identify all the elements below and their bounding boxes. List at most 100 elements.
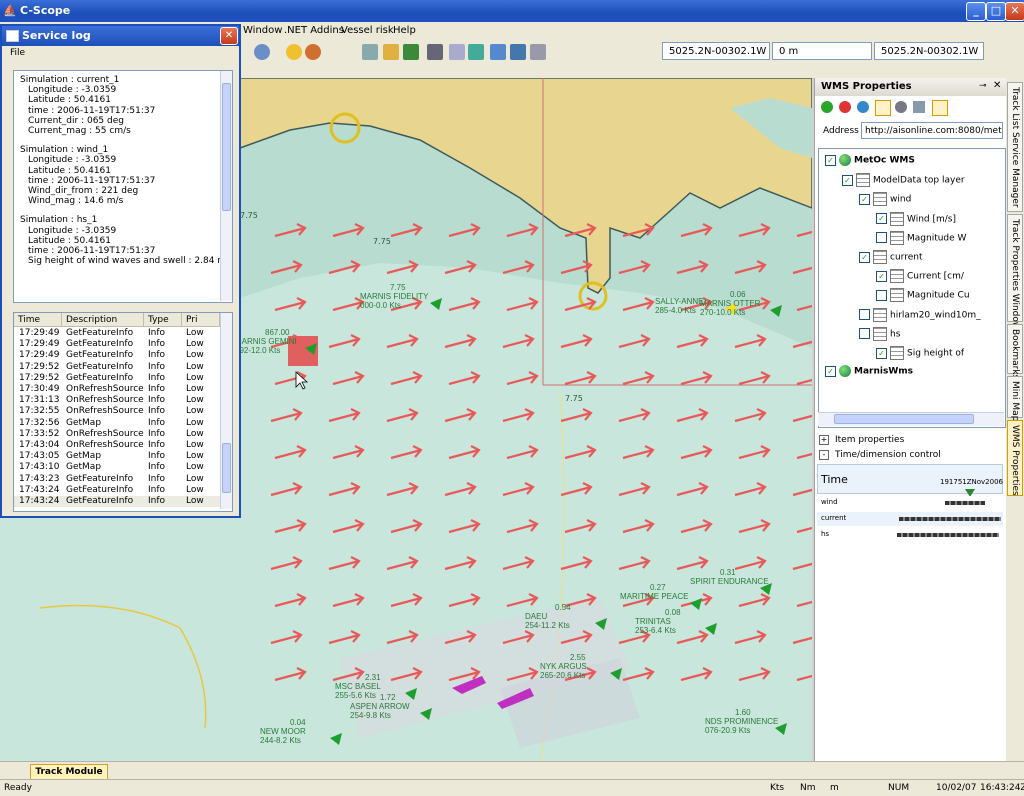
layer-checkbox[interactable] [859, 309, 870, 321]
add-layer-icon[interactable] [821, 101, 833, 113]
tree-node[interactable]: hirlam20_wind10m_ [859, 307, 981, 322]
tree-node[interactable]: ✓ Sig height of [876, 346, 964, 360]
save-icon[interactable] [403, 44, 419, 60]
remove-layer-icon[interactable] [839, 101, 851, 113]
close-icon[interactable]: ✕ [220, 27, 238, 45]
expand-icon[interactable]: + [819, 435, 829, 445]
tab-bookmarks[interactable]: Bookmarks [1007, 324, 1023, 379]
log-menu-file[interactable]: File [10, 48, 25, 58]
menu-help[interactable]: Help [393, 25, 416, 36]
scroll-thumb[interactable] [222, 83, 231, 211]
table-row[interactable]: 17:33:52 OnRefreshSource Info Low [14, 429, 220, 440]
log-detail-text[interactable]: Simulation : current_1 Longitude : -3.035… [13, 70, 233, 303]
tree-node[interactable]: ✓ current [859, 250, 922, 264]
tab-track-properties[interactable]: Track Properties Window [1007, 214, 1023, 329]
tab-wms-properties[interactable]: WMS Properties [1007, 420, 1023, 496]
table-row[interactable]: 17:29:52 GetFeatureInfo Info Low [14, 362, 220, 373]
tab-track-module[interactable]: Track Module [30, 764, 108, 780]
maximize-button[interactable]: □ [986, 2, 1006, 21]
table-row[interactable]: 17:43:04 OnRefreshSource Info Low [14, 440, 220, 451]
layer-checkbox[interactable]: ✓ [876, 270, 887, 282]
col-header-time[interactable]: Time [14, 313, 62, 327]
menu-net-addins[interactable]: .NET Addins [284, 25, 344, 36]
address-input[interactable]: http://aisonline.com:8080/meto [861, 122, 1003, 139]
table-row[interactable]: 17:43:24 GetFeatureInfo Info Low [14, 485, 220, 496]
layer-checkbox[interactable]: ✓ [859, 193, 870, 205]
route-tool-icon[interactable] [468, 44, 484, 60]
table-row[interactable]: 17:29:49 GetFeatureInfo Info Low [14, 328, 220, 339]
tree-node[interactable]: ✓ MetOc WMS [825, 154, 915, 166]
minimize-button[interactable]: _ [966, 2, 986, 21]
tool-icon[interactable] [427, 44, 443, 60]
col-header-description[interactable]: Description [62, 313, 144, 327]
layer-checkbox[interactable] [876, 289, 887, 301]
collapse-icon[interactable]: - [819, 450, 829, 460]
scroll-thumb[interactable] [834, 414, 974, 424]
tab-mini-map[interactable]: Mini Map [1007, 376, 1023, 421]
col-header-type[interactable]: Type [144, 313, 182, 327]
table-row[interactable]: 17:43:23 GetFeatureInfo Info Low [14, 474, 220, 485]
timeline-row[interactable]: wind [817, 496, 1003, 510]
timeline-bar[interactable] [897, 533, 999, 537]
close-icon[interactable]: ✕ [993, 80, 1001, 91]
grid-tool-icon[interactable] [490, 44, 506, 60]
layer-info-icon[interactable] [913, 101, 925, 113]
table-row[interactable]: 17:32:55 OnRefreshSource Info Low [14, 406, 220, 417]
table-row[interactable]: 17:43:24 GetFeatureInfo Info Low [14, 496, 220, 507]
table-row[interactable]: 17:43:10 GetMap Info Low [14, 462, 220, 473]
timeline-rows[interactable]: wind current hs [817, 496, 1003, 556]
layer-tree[interactable]: ✓ MetOc WMS ✓ ModelData top layer ✓ wind ✓ Wind… [818, 148, 1006, 428]
table-row[interactable]: 17:43:05 GetMap Info Low [14, 451, 220, 462]
log-table[interactable]: Time Description Type Pri 17:29:49 GetFea… [13, 312, 233, 512]
page-tool-icon[interactable] [362, 44, 378, 60]
info-icon[interactable] [932, 100, 948, 116]
tree-node[interactable]: ✓ MarnisWms [825, 365, 913, 378]
refresh-icon[interactable] [857, 101, 869, 113]
time-dimension-row[interactable]: - Time/dimension control [819, 450, 941, 460]
star-tool-icon[interactable] [286, 44, 302, 60]
tree-node[interactable]: hs [859, 326, 900, 341]
tree-hscrollbar[interactable] [818, 412, 1004, 426]
ball-tool-icon[interactable] [305, 44, 321, 60]
table-row[interactable]: 17:30:49 OnRefreshSource Info Low [14, 384, 220, 395]
settings-icon[interactable] [895, 101, 907, 113]
reference-position-field[interactable]: 5025.2N-00302.1W [874, 42, 984, 60]
service-log-window[interactable]: Service log ✕ File Simulation : current_… [0, 24, 241, 518]
layers-tool-icon[interactable] [449, 44, 465, 60]
tree-node[interactable]: ✓ Wind [m/s] [876, 211, 956, 226]
table-row[interactable]: 17:29:49 GetFeatureInfo Info Low [14, 350, 220, 361]
table-row[interactable]: 17:29:49 GetFeatureInfo Info Low [14, 339, 220, 350]
item-properties-row[interactable]: + Item properties [819, 435, 904, 445]
tab-track-list-service-manager[interactable]: Track List Service Manager [1007, 82, 1023, 212]
layer-checkbox[interactable] [859, 328, 870, 340]
settings-tool-icon[interactable] [530, 44, 546, 60]
network-tool-icon[interactable] [510, 44, 526, 60]
log-table-scrollbar[interactable] [220, 313, 232, 509]
col-header-priority[interactable]: Pri [182, 313, 220, 327]
log-text-scrollbar[interactable] [220, 71, 232, 301]
globe-tool-icon[interactable] [254, 44, 270, 60]
close-button[interactable]: ✕ [1005, 2, 1024, 21]
layer-checkbox[interactable]: ✓ [842, 174, 853, 186]
menu-vessel-risk[interactable]: Vessel risk [341, 25, 394, 36]
layer-checkbox[interactable]: ✓ [825, 365, 836, 377]
timeline-row[interactable]: current [817, 512, 1003, 526]
layer-checkbox[interactable] [876, 232, 887, 244]
tree-node[interactable]: ✓ ModelData top layer [842, 173, 965, 188]
timeline-row[interactable]: hs [817, 528, 1003, 542]
layer-checkbox[interactable]: ✓ [876, 347, 887, 359]
capabilities-icon[interactable] [875, 100, 891, 116]
tree-node[interactable]: ✓ Current [cm/ [876, 269, 964, 284]
layer-checkbox[interactable]: ✓ [859, 251, 870, 263]
cursor-position-field[interactable]: 5025.2N-00302.1W [662, 42, 770, 60]
timeline-bar[interactable] [945, 501, 985, 505]
tree-node[interactable]: Magnitude Cu [876, 288, 970, 303]
table-row[interactable]: 17:31:13 OnRefreshSource Info Low [14, 395, 220, 406]
layer-checkbox[interactable]: ✓ [876, 213, 887, 225]
tree-node[interactable]: ✓ wind [859, 192, 911, 207]
distance-field[interactable]: 0 m [772, 42, 872, 60]
scroll-thumb[interactable] [222, 443, 231, 493]
menu-window[interactable]: Window [243, 25, 282, 36]
timeline-bar[interactable] [899, 517, 1001, 521]
table-row[interactable]: 17:29:52 GetFeatureInfo Info Low [14, 373, 220, 384]
